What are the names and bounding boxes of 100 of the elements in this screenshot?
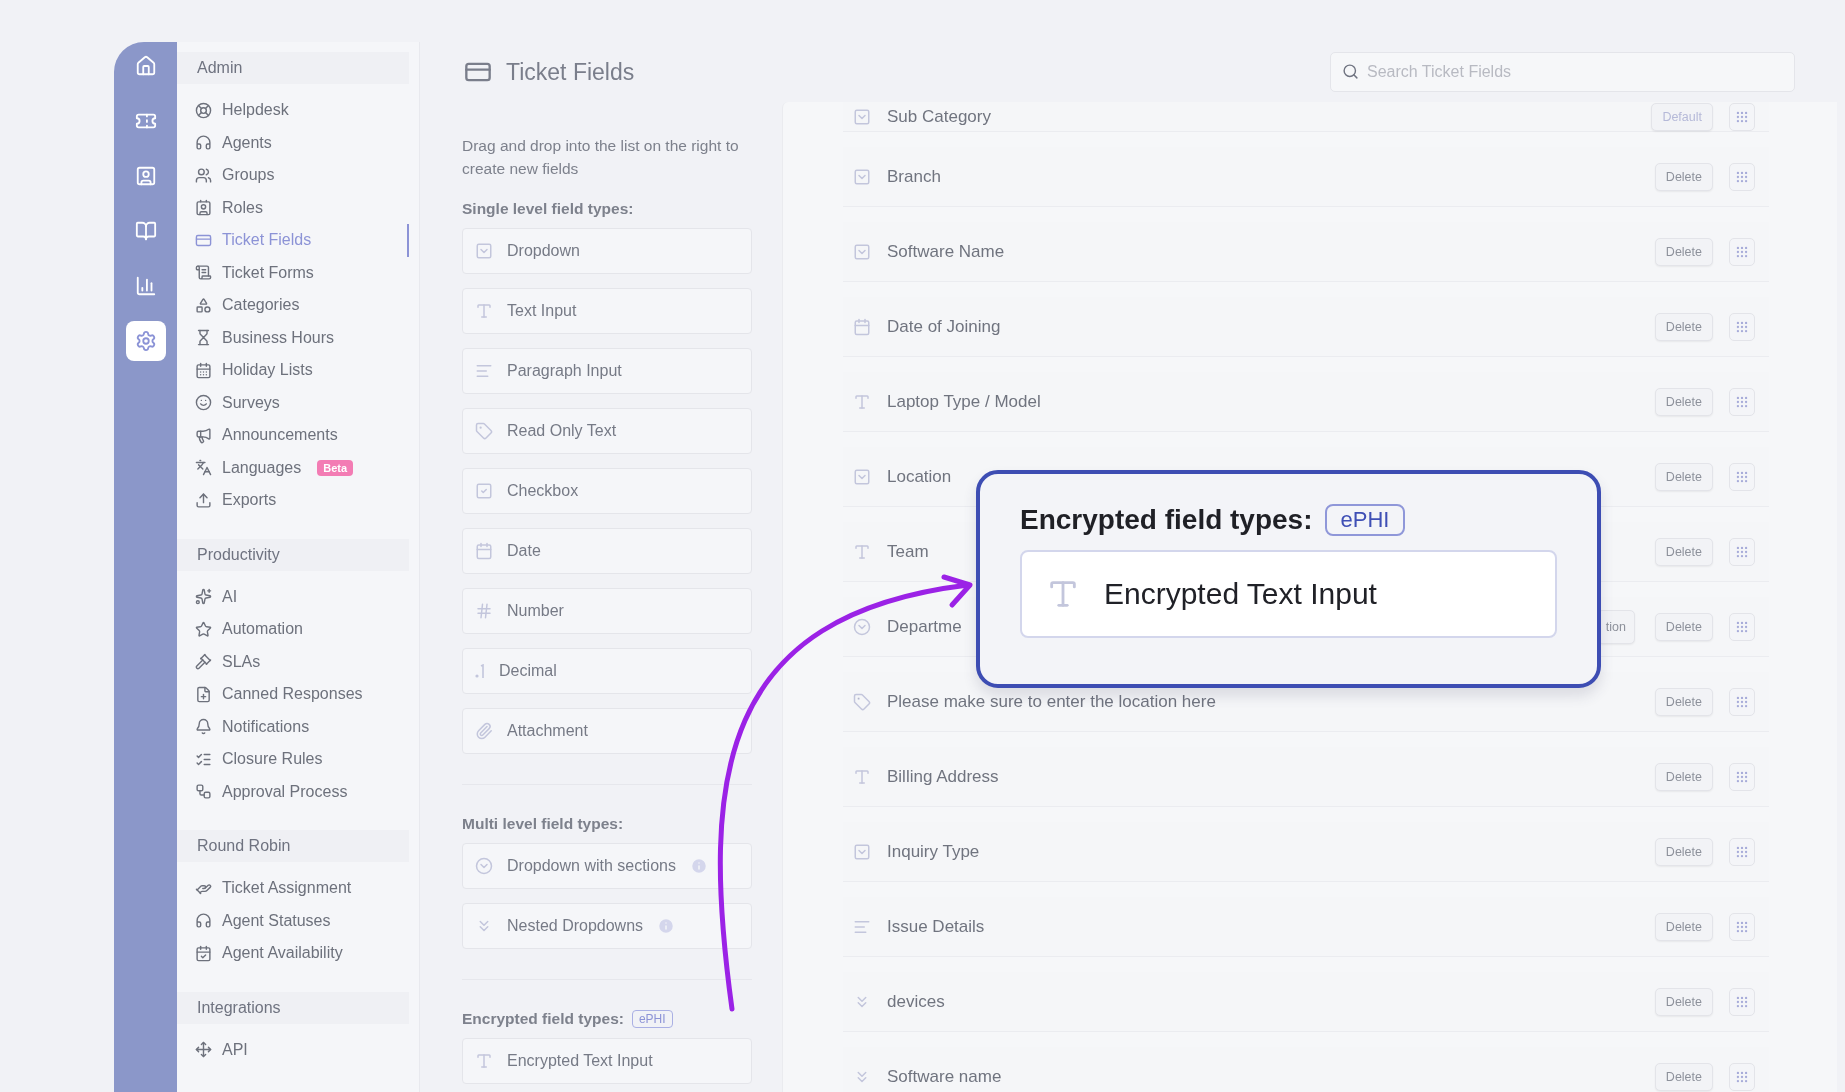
text-icon <box>853 542 871 561</box>
sidebar-item[interactable]: Ticket Forms <box>177 256 409 289</box>
field-type-item[interactable]: Dropdown <box>462 228 752 274</box>
star-icon <box>195 620 212 638</box>
field-type-item[interactable]: Paragraph Input <box>462 348 752 394</box>
sidebar-item[interactable]: Roles <box>177 191 409 224</box>
group-heading: Multi level field types: <box>462 815 624 833</box>
field-type-item[interactable]: Encrypted Text Input <box>1020 550 1557 638</box>
sidebar-item[interactable]: Surveys <box>177 386 409 419</box>
delete-button[interactable]: Delete <box>1654 537 1713 566</box>
sidebar-item[interactable]: Notifications <box>177 710 409 743</box>
sidebar-item[interactable]: Approval Process <box>177 775 409 808</box>
sidebar-item[interactable]: Business Hours <box>177 321 409 354</box>
sidebar-item[interactable]: Groups <box>177 159 409 192</box>
hash-icon <box>475 602 493 620</box>
sidebar-item[interactable]: Announcements <box>177 419 409 452</box>
drag-handle[interactable] <box>1729 762 1755 791</box>
sidebar-item[interactable]: Helpdesk <box>177 94 409 127</box>
nav-button[interactable] <box>125 321 166 361</box>
field-label: devices <box>887 991 945 1012</box>
field-type-item[interactable]: Dropdown with sections <box>462 843 752 889</box>
drag-handle[interactable] <box>1729 312 1755 341</box>
delete-button[interactable]: Delete <box>1654 837 1713 866</box>
field-type-item[interactable]: Date <box>462 528 752 574</box>
grip-icon <box>1735 544 1749 559</box>
dropdown-icon <box>853 167 871 186</box>
contact-card-icon <box>134 165 157 187</box>
sidebar-item[interactable]: Ticket Assignment <box>177 872 409 905</box>
grip-icon <box>1735 394 1749 409</box>
sidebar-item[interactable]: Automation <box>177 613 409 646</box>
drag-handle[interactable] <box>1729 987 1755 1016</box>
drag-handle[interactable] <box>1729 387 1755 416</box>
sidebar-item[interactable]: AI <box>177 580 409 613</box>
callout-title: Encrypted field types: <box>1020 504 1313 536</box>
text-icon <box>853 392 871 411</box>
field-label: Software name <box>887 1066 1002 1087</box>
field-type-item[interactable]: Checkbox <box>462 468 752 514</box>
field-type-item[interactable]: Attachment <box>462 708 752 754</box>
drag-handle[interactable] <box>1729 912 1755 941</box>
field-type-item[interactable]: Nested Dropdowns <box>462 903 752 949</box>
sidebar-item[interactable]: Ticket Fields <box>177 224 409 257</box>
list-icon <box>195 264 212 282</box>
settings-icon <box>134 330 157 352</box>
delete-button[interactable]: Delete <box>1654 237 1713 266</box>
calendar-icon <box>475 542 493 560</box>
sidebar-item[interactable]: Agent Statuses <box>177 904 409 937</box>
delete-button[interactable]: Delete <box>1654 912 1713 941</box>
field-label: Sub Category <box>887 106 991 127</box>
drag-handle[interactable] <box>1729 1062 1755 1091</box>
delete-button[interactable]: Delete <box>1654 312 1713 341</box>
delete-button[interactable]: Delete <box>1654 162 1713 191</box>
sidebar-item[interactable]: Exports <box>177 484 409 517</box>
grip-icon <box>1735 1069 1749 1084</box>
field-label: Team <box>887 541 929 562</box>
sidebar-item[interactable]: SLAs <box>177 645 409 678</box>
upload-icon <box>195 491 212 509</box>
sidebar-item[interactable]: Languages Beta <box>177 451 409 484</box>
field-type-item[interactable]: Read Only Text <box>462 408 752 454</box>
delete-button[interactable]: Delete <box>1654 1062 1713 1091</box>
sidebar-item[interactable]: Closure Rules <box>177 743 409 776</box>
sidebar-item[interactable]: Agent Availability <box>177 937 409 970</box>
drag-handle[interactable] <box>1729 462 1755 491</box>
page-title: Ticket Fields <box>506 58 636 86</box>
dropdown-icon <box>853 842 871 861</box>
sidebar-item[interactable]: Categories <box>177 289 409 322</box>
delete-button[interactable]: Delete <box>1654 612 1713 641</box>
drag-handle[interactable] <box>1729 612 1755 641</box>
drag-handle[interactable] <box>1729 687 1755 716</box>
drag-handle[interactable] <box>1729 837 1755 866</box>
section-heading: Round Robin <box>177 830 409 862</box>
field-type-item[interactable]: Text Input <box>462 288 752 334</box>
delete-button[interactable]: Delete <box>1654 687 1713 716</box>
sidebar-item[interactable]: Agents <box>177 126 409 159</box>
drag-handle[interactable] <box>1729 162 1755 191</box>
field-type-item[interactable]: Decimal <box>462 648 752 694</box>
sidebar-item[interactable]: Holiday Lists <box>177 354 409 387</box>
drag-handle[interactable] <box>1729 237 1755 266</box>
field-label: Branch <box>887 166 941 187</box>
delete-button[interactable]: Delete <box>1654 387 1713 416</box>
field-label: Billing Address <box>887 766 999 787</box>
drag-handle[interactable] <box>1729 102 1755 131</box>
section-heading: Integrations <box>177 991 409 1024</box>
dropdown-icon <box>475 857 493 875</box>
delete-button[interactable]: Delete <box>1654 462 1713 491</box>
gavel-icon <box>195 653 212 671</box>
delete-button[interactable]: Delete <box>1654 987 1713 1016</box>
calendar-icon <box>195 361 212 379</box>
dropdown-icon <box>853 242 871 261</box>
translate-icon <box>195 459 212 477</box>
grip-icon <box>1735 469 1749 484</box>
drag-handle[interactable] <box>1729 537 1755 566</box>
field-type-item[interactable]: Number <box>462 588 752 634</box>
sidebar-item[interactable]: Canned Responses <box>177 678 409 711</box>
search-field[interactable]: Search Ticket Fields <box>1330 52 1795 92</box>
people-icon <box>195 166 212 184</box>
sidebar-item[interactable]: API <box>177 1033 409 1066</box>
field-type-item[interactable]: Encrypted Text Input <box>462 1038 752 1084</box>
dropdown-icon <box>853 107 871 126</box>
decimal-icon <box>475 664 485 678</box>
delete-button[interactable]: Delete <box>1654 762 1713 791</box>
